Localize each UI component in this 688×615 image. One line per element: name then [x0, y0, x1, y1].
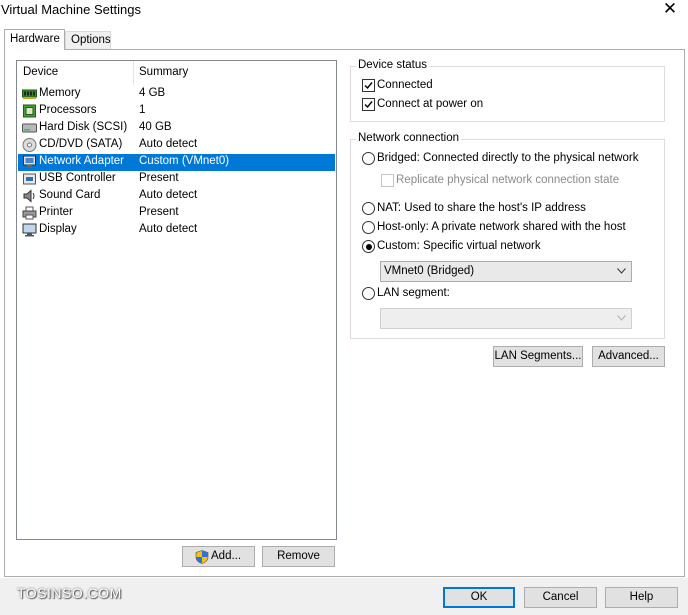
cancel-button[interactable]: Cancel [524, 587, 597, 608]
remove-button[interactable]: Remove [262, 546, 335, 567]
device-name: Hard Disk (SCSI) [39, 121, 128, 133]
device-summary: 1 [139, 104, 146, 116]
connect-at-power-on-checkbox[interactable] [362, 98, 375, 111]
connected-checkbox[interactable] [362, 79, 375, 92]
checkmark-icon [364, 82, 373, 90]
device-name: Display [39, 223, 77, 235]
sound-card-icon [22, 189, 37, 203]
add-button-label: Add... [211, 550, 242, 562]
device-name: CD/DVD (SATA) [39, 138, 123, 150]
device-row-cd-dvd[interactable]: CD/DVD (SATA) Auto detect [18, 137, 335, 154]
title-bar: Virtual Machine Settings ✕ [0, 0, 688, 22]
display-icon [22, 223, 37, 237]
custom-network-value: VMnet0 (Bridged) [384, 265, 475, 277]
network-connection-legend: Network connection [356, 132, 461, 144]
processor-icon [22, 104, 37, 118]
lan-segment-radio[interactable] [362, 287, 375, 300]
device-row-network-adapter[interactable]: Network Adapter Custom (VMnet0) [18, 154, 335, 171]
printer-icon [22, 206, 37, 220]
nat-label: NAT: Used to share the host's IP address [377, 202, 586, 214]
lan-segments-button[interactable]: LAN Segments... [493, 346, 583, 367]
tab-hardware[interactable]: Hardware [4, 29, 65, 50]
chevron-down-icon [617, 268, 626, 274]
device-row-memory[interactable]: Memory 4 GB [18, 86, 335, 103]
connected-label: Connected [377, 79, 433, 91]
advanced-button[interactable]: Advanced... [592, 346, 665, 367]
cd-dvd-icon [22, 138, 37, 152]
checkmark-icon [364, 101, 373, 109]
column-separator[interactable] [133, 61, 134, 85]
device-name: Memory [39, 87, 81, 99]
device-name: Processors [39, 104, 97, 116]
device-summary: Present [139, 206, 179, 218]
device-name: Sound Card [39, 189, 101, 201]
tab-options[interactable]: Options [65, 31, 111, 49]
window-title: Virtual Machine Settings [1, 2, 141, 17]
device-row-sound-card[interactable]: Sound Card Auto detect [18, 188, 335, 205]
device-summary: Auto detect [139, 138, 198, 150]
radio-selected-dot [365, 243, 372, 250]
usb-icon [22, 172, 37, 186]
device-name: Network Adapter [39, 155, 125, 167]
watermark: TOSINSO.COM [17, 585, 122, 601]
host-only-label: Host-only: A private network shared with… [377, 221, 626, 233]
device-summary: Auto detect [139, 223, 198, 235]
device-status-group [350, 66, 665, 122]
nat-radio[interactable] [362, 202, 375, 215]
bridged-radio[interactable] [362, 152, 375, 165]
bridged-label: Bridged: Connected directly to the physi… [377, 152, 639, 164]
replicate-checkbox [381, 174, 394, 187]
custom-network-dropdown[interactable]: VMnet0 (Bridged) [380, 261, 632, 282]
device-name: USB Controller [39, 172, 116, 184]
device-summary: 40 GB [139, 121, 172, 133]
chevron-down-icon [617, 315, 626, 321]
lan-segment-label: LAN segment: [377, 287, 450, 299]
network-adapter-icon [22, 155, 37, 169]
device-name: Printer [39, 206, 73, 218]
help-button[interactable]: Help [605, 587, 678, 608]
device-row-hard-disk[interactable]: Hard Disk (SCSI) 40 GB [18, 120, 335, 137]
ok-button[interactable]: OK [443, 587, 515, 608]
device-summary: Auto detect [139, 189, 198, 201]
device-row-printer[interactable]: Printer Present [18, 205, 335, 222]
shield-icon [195, 550, 209, 564]
hard-disk-icon [22, 121, 37, 135]
device-summary: Custom (VMnet0) [139, 155, 230, 167]
device-status-legend: Device status [356, 59, 430, 71]
memory-icon [22, 87, 37, 101]
custom-radio[interactable] [362, 240, 375, 253]
device-row-usb-controller[interactable]: USB Controller Present [18, 171, 335, 188]
host-only-radio[interactable] [362, 221, 375, 234]
replicate-label: Replicate physical network connection st… [396, 174, 620, 186]
summary-column-header[interactable]: Summary [139, 66, 188, 78]
device-column-header[interactable]: Device [23, 66, 58, 78]
connect-at-power-on-label: Connect at power on [377, 98, 484, 110]
close-icon[interactable]: ✕ [660, 0, 680, 20]
device-row-display[interactable]: Display Auto detect [18, 222, 335, 239]
device-summary: 4 GB [139, 87, 166, 99]
lan-segment-dropdown [380, 308, 632, 329]
device-row-processors[interactable]: Processors 1 [18, 103, 335, 120]
device-summary: Present [139, 172, 179, 184]
custom-label: Custom: Specific virtual network [377, 240, 541, 252]
add-button[interactable]: Add... [182, 546, 255, 567]
